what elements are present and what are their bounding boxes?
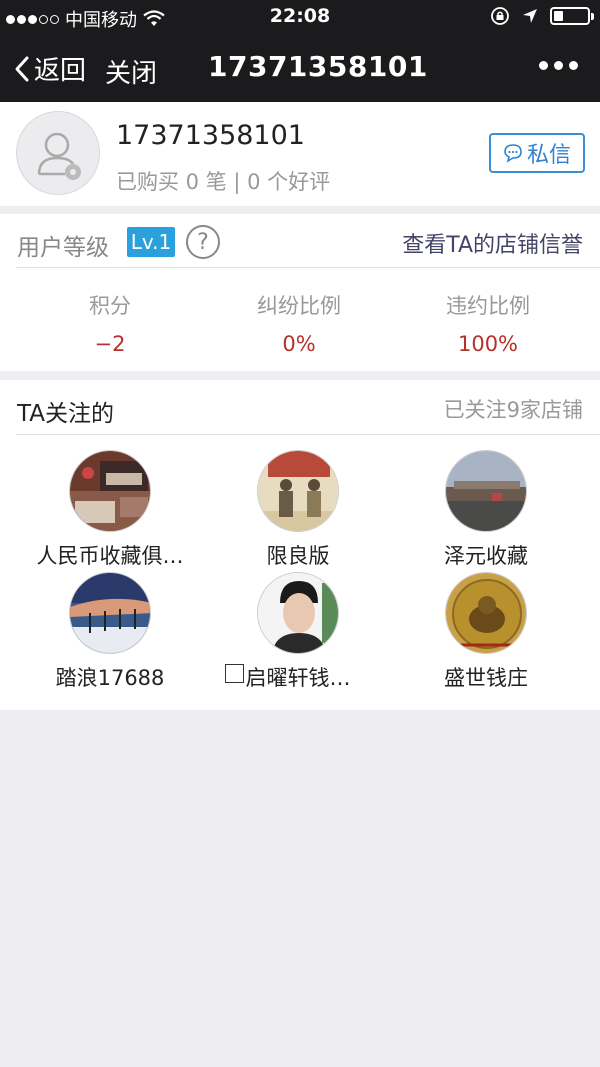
status-right [490,6,594,26]
metric-default-ratio: 违约比例 100% [388,290,588,356]
metric-points: 积分 −2 [10,290,210,356]
shop-avatar [445,450,527,532]
level-badge: Lv.1 [127,227,175,257]
help-icon[interactable]: ? [186,225,220,259]
user-placeholder-icon [37,132,81,180]
metric-value: 0% [282,332,316,356]
shop-name: 踏浪17688 [55,666,165,690]
avatar[interactable] [16,111,100,195]
chevron-left-icon [15,56,29,81]
shop-item[interactable]: 泽元收藏 [386,450,586,570]
shop-item[interactable]: 限良版 [198,450,398,570]
shop-name: 限良版 [266,544,330,568]
metric-label: 纠纷比例 [257,294,341,318]
metric-label: 违约比例 [446,294,530,318]
following-card: TA关注的 已关注9家店铺 人民币收藏俱… 限良版 泽元收藏 踏浪17688 启… [0,380,600,710]
private-message-button[interactable]: 私信 [489,133,585,173]
user-level-card: 用户等级 Lv.1 ? 查看TA的店铺信誉 积分 −2 纠纷比例 0% 违约比例… [0,214,600,371]
shop-avatar [69,450,151,532]
more-dots-icon[interactable] [539,61,578,70]
following-count[interactable]: 已关注9家店铺 [444,394,583,424]
shop-name: 泽元收藏 [444,544,528,568]
shop-avatar [257,450,339,532]
metric-value: −2 [94,332,126,356]
shop-item[interactable]: 踏浪17688 [10,572,210,692]
status-bar: 中国移动 22:08 [0,0,600,34]
shop-item[interactable]: 人民币收藏俱… [10,450,210,570]
shop-avatar [445,572,527,654]
profile-name: 17371358101 [116,120,305,151]
following-title: TA关注的 [17,401,114,427]
divider [16,434,600,435]
shop-avatar [257,572,339,654]
divider [16,267,600,268]
metric-dispute-ratio: 纠纷比例 0% [199,290,399,356]
page-title: 17371358101 [208,50,428,83]
location-arrow-icon [523,9,537,23]
user-level-label: 用户等级 [17,235,109,261]
close-button[interactable]: 关闭 [105,53,157,90]
checkbox[interactable] [225,664,244,683]
top-bar: 中国移动 22:08 返回 关闭 17371358101 [0,0,600,102]
back-button[interactable]: 返回 [14,50,86,87]
shop-avatar [69,572,151,654]
profile-card: 17371358101 已购买 0 笔 | 0 个好评 私信 [0,102,600,206]
store-credit-link[interactable]: 查看TA的店铺信誉 [402,227,583,259]
shop-name: 人民币收藏俱… [36,544,184,568]
rotation-lock-icon [491,7,509,25]
metric-value: 100% [457,332,519,356]
nav-bar: 返回 关闭 17371358101 [0,34,600,102]
back-label: 返回 [34,56,87,86]
purchase-stats: 已购买 0 笔 | 0 个好评 [116,170,331,194]
private-message-label: 私信 [526,143,571,168]
shop-item[interactable]: 盛世钱庄 [386,572,586,692]
battery-icon [550,7,594,25]
chat-bubble-icon [504,144,522,163]
metric-label: 积分 [89,294,131,318]
shop-name: 盛世钱庄 [444,666,528,690]
